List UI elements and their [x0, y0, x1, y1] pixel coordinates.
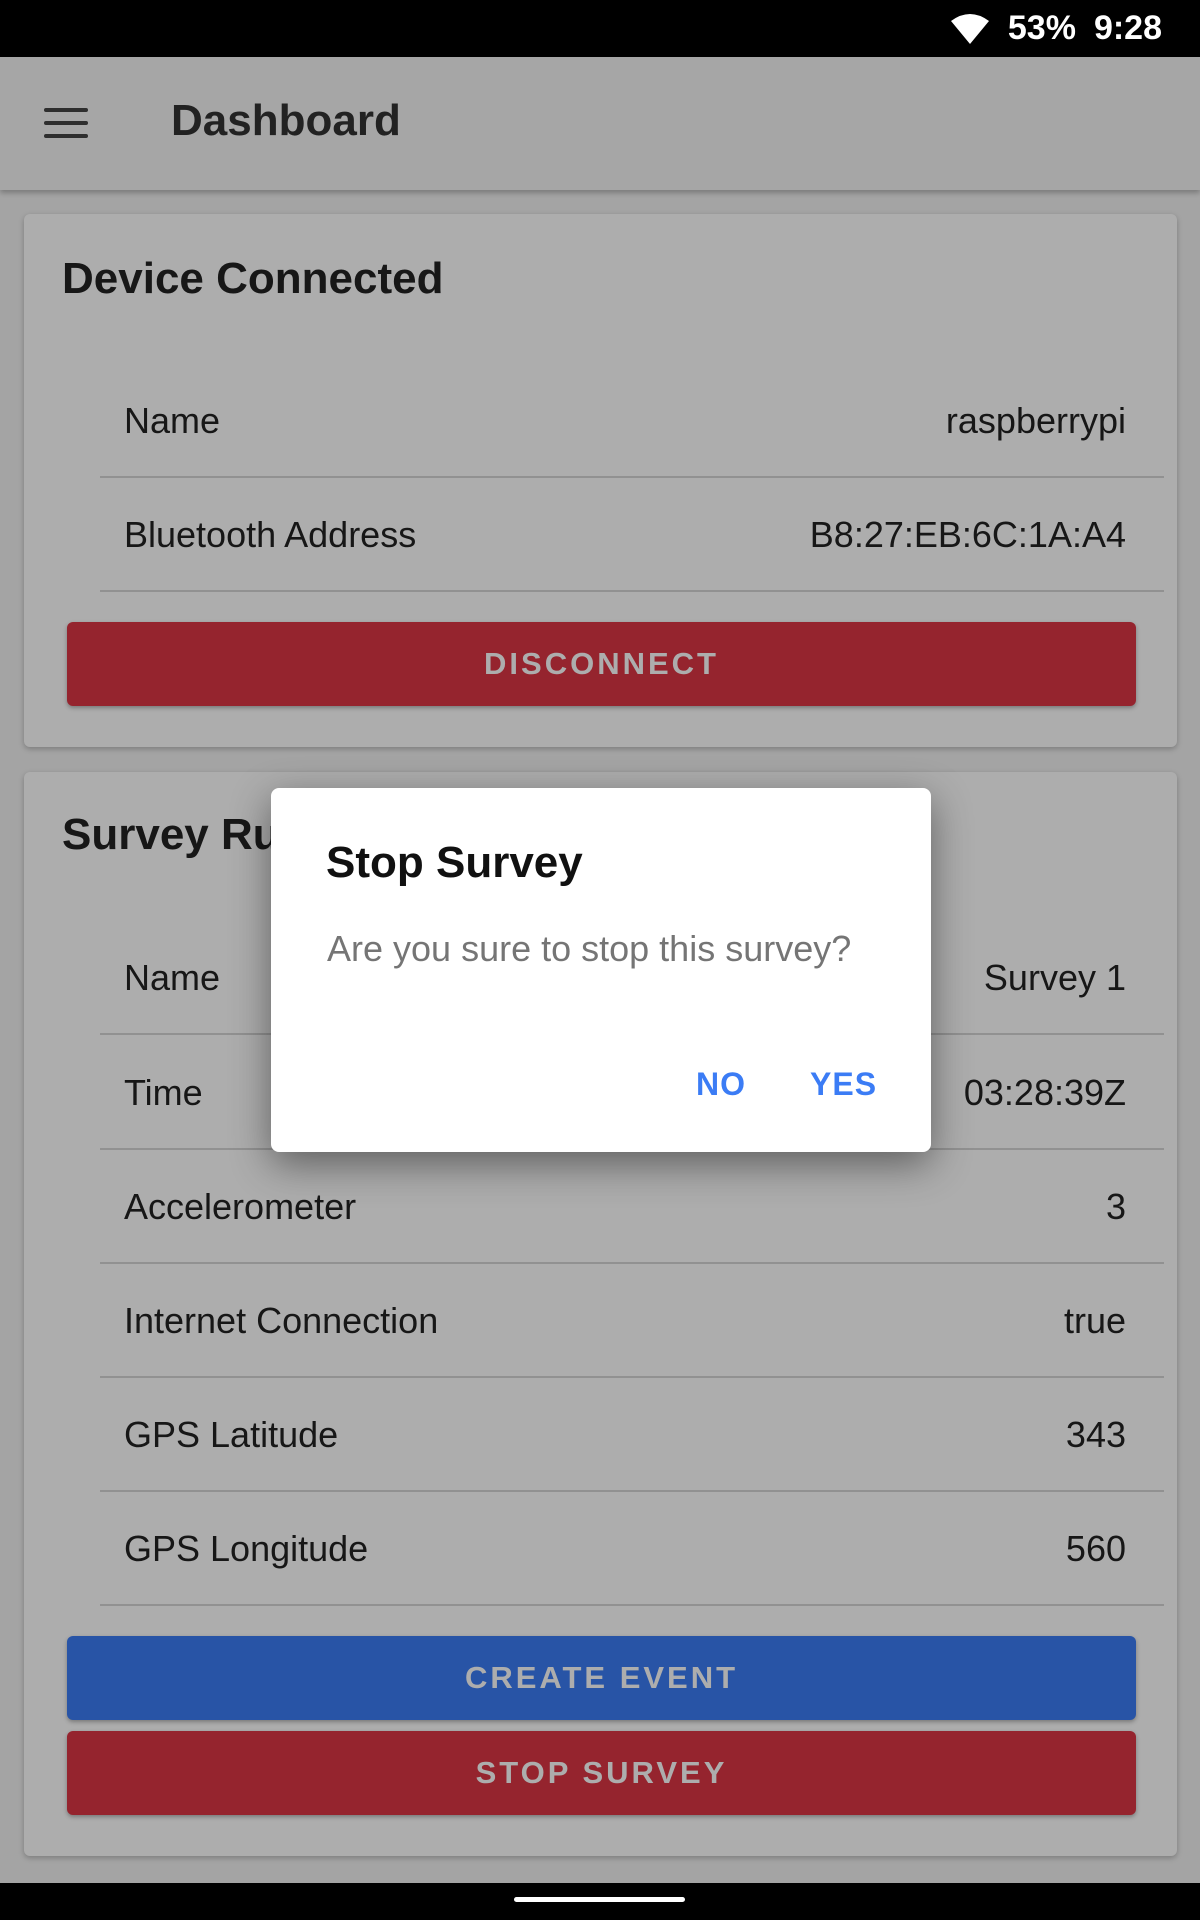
dialog-message: Are you sure to stop this survey? [327, 928, 852, 969]
status-indicators: 53% 9:28 [950, 0, 1162, 57]
dialog-yes-button[interactable]: YES [810, 1066, 877, 1103]
dialog-no-button[interactable]: NO [696, 1066, 746, 1103]
wifi-icon [950, 13, 989, 44]
stop-survey-dialog: Stop Survey Are you sure to stop this su… [271, 788, 931, 1152]
system-nav-bar [0, 1883, 1200, 1920]
app-screen: 53% 9:28 Dashboard Device Connected Name… [0, 0, 1200, 1920]
clock: 9:28 [1093, 9, 1162, 47]
battery-percentage: 53% [1007, 9, 1076, 47]
home-indicator[interactable] [514, 1897, 685, 1902]
dialog-title: Stop Survey [326, 838, 583, 887]
status-bar: 53% 9:28 [0, 0, 1200, 57]
